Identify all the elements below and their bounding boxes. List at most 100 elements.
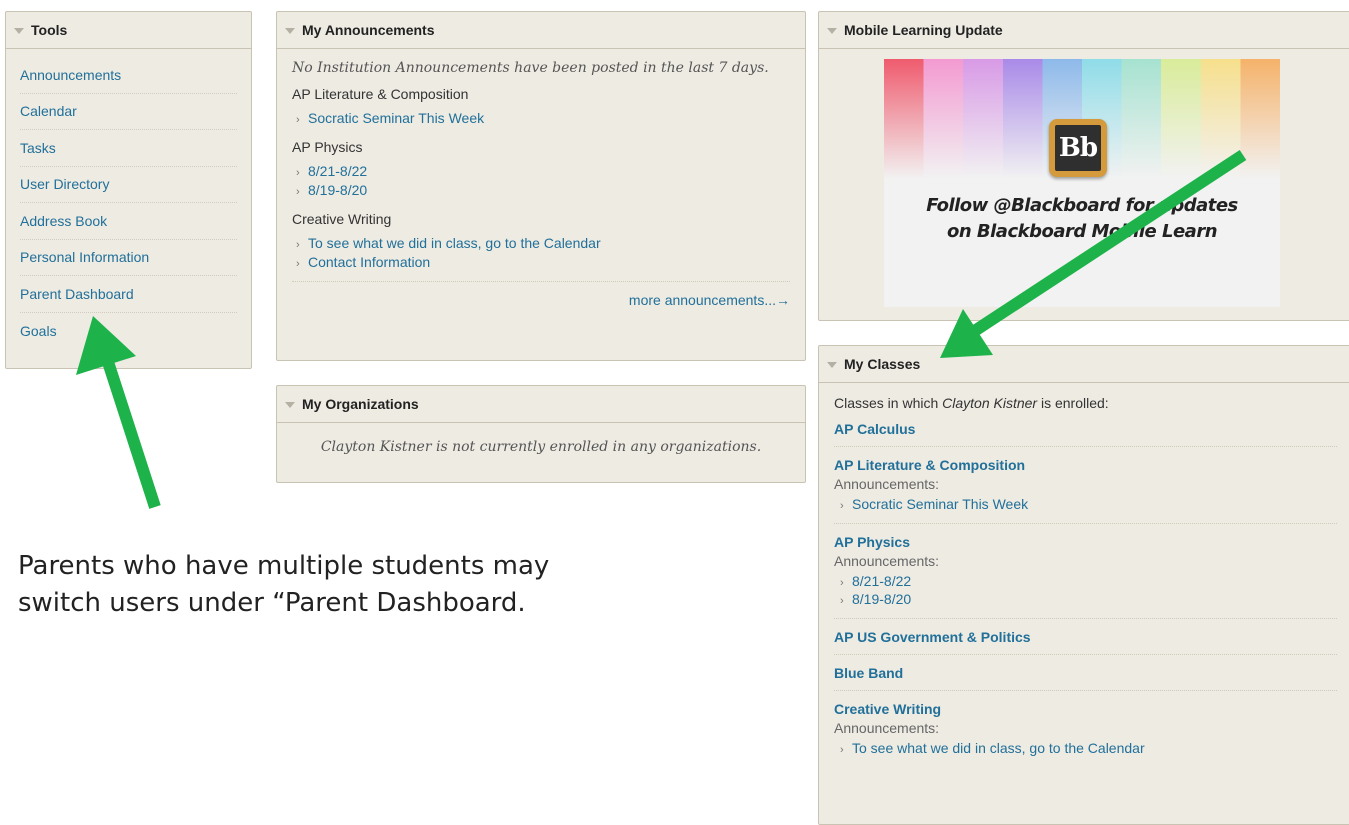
classes-module: My Classes Classes in which Clayton Kist… — [818, 345, 1349, 825]
class-announcement-link[interactable]: 8/21-8/22 — [852, 573, 911, 589]
class-row: AP Literature & Composition Announcement… — [834, 457, 1337, 524]
announcement-item: › 8/21-8/22 — [296, 163, 790, 182]
classes-title: My Classes — [844, 356, 921, 372]
collapse-triangle-icon[interactable] — [827, 27, 837, 34]
class-row: AP Physics Announcements: › 8/21-8/22 › 8/… — [834, 534, 1337, 619]
tools-item: Personal Information — [20, 240, 237, 276]
tools-link-address-book[interactable]: Address Book — [20, 213, 107, 229]
tools-link-parent-dashboard[interactable]: Parent Dashboard — [20, 286, 134, 302]
tools-item: Announcements — [20, 57, 237, 94]
announcement-item: › Socratic Seminar This Week — [296, 110, 790, 129]
mobile-learning-module: Mobile Learning Update Bb Follow @Blackb… — [818, 11, 1349, 321]
class-announcement-item: › 8/21-8/22 — [840, 573, 1337, 591]
class-announcement-item: › 8/19-8/20 — [840, 591, 1337, 609]
class-announcements-label: Announcements: — [834, 553, 940, 569]
tools-item: User Directory — [20, 167, 237, 203]
announcement-link[interactable]: Socratic Seminar This Week — [308, 110, 484, 126]
announcement-item: › 8/19-8/20 — [296, 182, 790, 201]
chevron-right-icon: › — [840, 577, 844, 589]
class-row: Creative Writing Announcements: › To see … — [834, 701, 1337, 767]
announcements-body: No Institution Announcements have been p… — [277, 49, 805, 308]
tools-link-tasks[interactable]: Tasks — [20, 140, 56, 156]
announcement-link[interactable]: Contact Information — [308, 254, 430, 270]
chevron-right-icon: › — [296, 114, 300, 126]
logo-letters: Bb — [1058, 133, 1098, 163]
caption-line2: switch users under “Parent Dashboard. — [18, 588, 526, 618]
class-announcement-link[interactable]: 8/19-8/20 — [852, 591, 911, 607]
class-link[interactable]: AP US Government & Politics — [834, 629, 1337, 645]
announcements-title: My Announcements — [302, 22, 435, 38]
tools-item: Address Book — [20, 203, 237, 240]
chevron-right-icon: › — [296, 239, 300, 251]
tools-title: Tools — [31, 22, 68, 38]
mobile-learning-header[interactable]: Mobile Learning Update — [819, 12, 1349, 49]
chevron-right-icon: › — [840, 744, 844, 756]
class-link[interactable]: AP Literature & Composition — [834, 457, 1337, 473]
class-announcement-link[interactable]: To see what we did in class, go to the C… — [852, 740, 1145, 756]
class-row: AP Calculus — [834, 421, 1337, 447]
class-announcement-link[interactable]: Socratic Seminar This Week — [852, 496, 1028, 512]
class-announcements-label: Announcements: — [834, 720, 940, 736]
class-link[interactable]: AP Calculus — [834, 421, 1337, 437]
classes-header[interactable]: My Classes — [819, 346, 1349, 383]
banner-stripes — [884, 59, 1280, 307]
banner-text-line2: on Blackboard Mobile Learn — [946, 221, 1218, 242]
chevron-right-icon: › — [296, 167, 300, 179]
announcement-item: › Contact Information — [296, 254, 790, 273]
announcement-link[interactable]: 8/19-8/20 — [308, 182, 367, 198]
student-name: Clayton Kistner — [942, 395, 1038, 411]
intro-prefix: Classes in which — [834, 395, 943, 411]
organizations-message: Clayton Kistner is not currently enrolle… — [320, 439, 762, 455]
class-link[interactable]: Creative Writing — [834, 701, 1337, 717]
collapse-triangle-icon[interactable] — [285, 401, 295, 408]
divider — [292, 281, 790, 282]
classes-body: Classes in which Clayton Kistner is enro… — [819, 383, 1349, 767]
organizations-module: My Organizations Clayton Kistner is not … — [276, 385, 806, 483]
class-row: Blue Band — [834, 665, 1337, 691]
announcement-course-title: AP Physics — [292, 139, 363, 155]
tools-link-personal-information[interactable]: Personal Information — [20, 249, 149, 265]
announcement-course-title: AP Literature & Composition — [292, 86, 469, 102]
tools-module: Tools Announcements Calendar Tasks User … — [5, 11, 252, 369]
blackboard-logo: Bb — [1049, 119, 1107, 177]
class-link[interactable]: AP Physics — [834, 534, 1337, 550]
class-row: AP US Government & Politics — [834, 629, 1337, 655]
class-announcements-label: Announcements: — [834, 476, 940, 492]
tools-item: Calendar — [20, 94, 237, 130]
organizations-header[interactable]: My Organizations — [277, 386, 805, 423]
banner-text-line1: Follow @Blackboard for updates — [926, 195, 1238, 216]
collapse-triangle-icon[interactable] — [285, 27, 295, 34]
tools-item: Tasks — [20, 130, 237, 167]
organizations-title: My Organizations — [302, 396, 419, 412]
tools-item: Parent Dashboard — [20, 276, 237, 313]
classes-intro: Classes in which Clayton Kistner is enro… — [834, 395, 1342, 411]
announcement-link[interactable]: 8/21-8/22 — [308, 163, 367, 179]
organizations-body: Clayton Kistner is not currently enrolle… — [277, 423, 805, 456]
mobile-learning-banner[interactable]: Bb Follow @Blackboard for updates on Bla… — [884, 59, 1280, 307]
announcements-module: My Announcements No Institution Announce… — [276, 11, 806, 361]
class-announcement-item: › To see what we did in class, go to the … — [840, 740, 1337, 758]
more-announcements-link[interactable]: more announcements...→ — [292, 292, 790, 308]
instruction-caption: Parents who have multiple students may s… — [18, 548, 549, 622]
announcements-header[interactable]: My Announcements — [277, 12, 805, 49]
intro-suffix: is enrolled: — [1037, 395, 1109, 411]
mobile-learning-title: Mobile Learning Update — [844, 22, 1003, 38]
tools-item: Goals — [20, 313, 237, 350]
caption-line1: Parents who have multiple students may — [18, 551, 550, 581]
chevron-right-icon: › — [296, 186, 300, 198]
tools-link-announcements[interactable]: Announcements — [20, 67, 121, 83]
chevron-right-icon: › — [840, 500, 844, 512]
class-announcement-item: › Socratic Seminar This Week — [840, 496, 1337, 514]
collapse-triangle-icon[interactable] — [827, 361, 837, 368]
announcement-item: › To see what we did in class, go to the … — [296, 235, 790, 254]
class-link[interactable]: Blue Band — [834, 665, 1337, 681]
tools-header[interactable]: Tools — [6, 12, 251, 49]
announcement-course-title: Creative Writing — [292, 211, 392, 227]
chevron-right-icon: › — [296, 258, 300, 270]
tools-link-user-directory[interactable]: User Directory — [20, 176, 109, 192]
announcement-link[interactable]: To see what we did in class, go to the C… — [308, 235, 601, 251]
tools-list: Announcements Calendar Tasks User Direct… — [6, 49, 251, 349]
collapse-triangle-icon[interactable] — [14, 27, 24, 34]
tools-link-goals[interactable]: Goals — [20, 323, 57, 339]
tools-link-calendar[interactable]: Calendar — [20, 103, 77, 119]
